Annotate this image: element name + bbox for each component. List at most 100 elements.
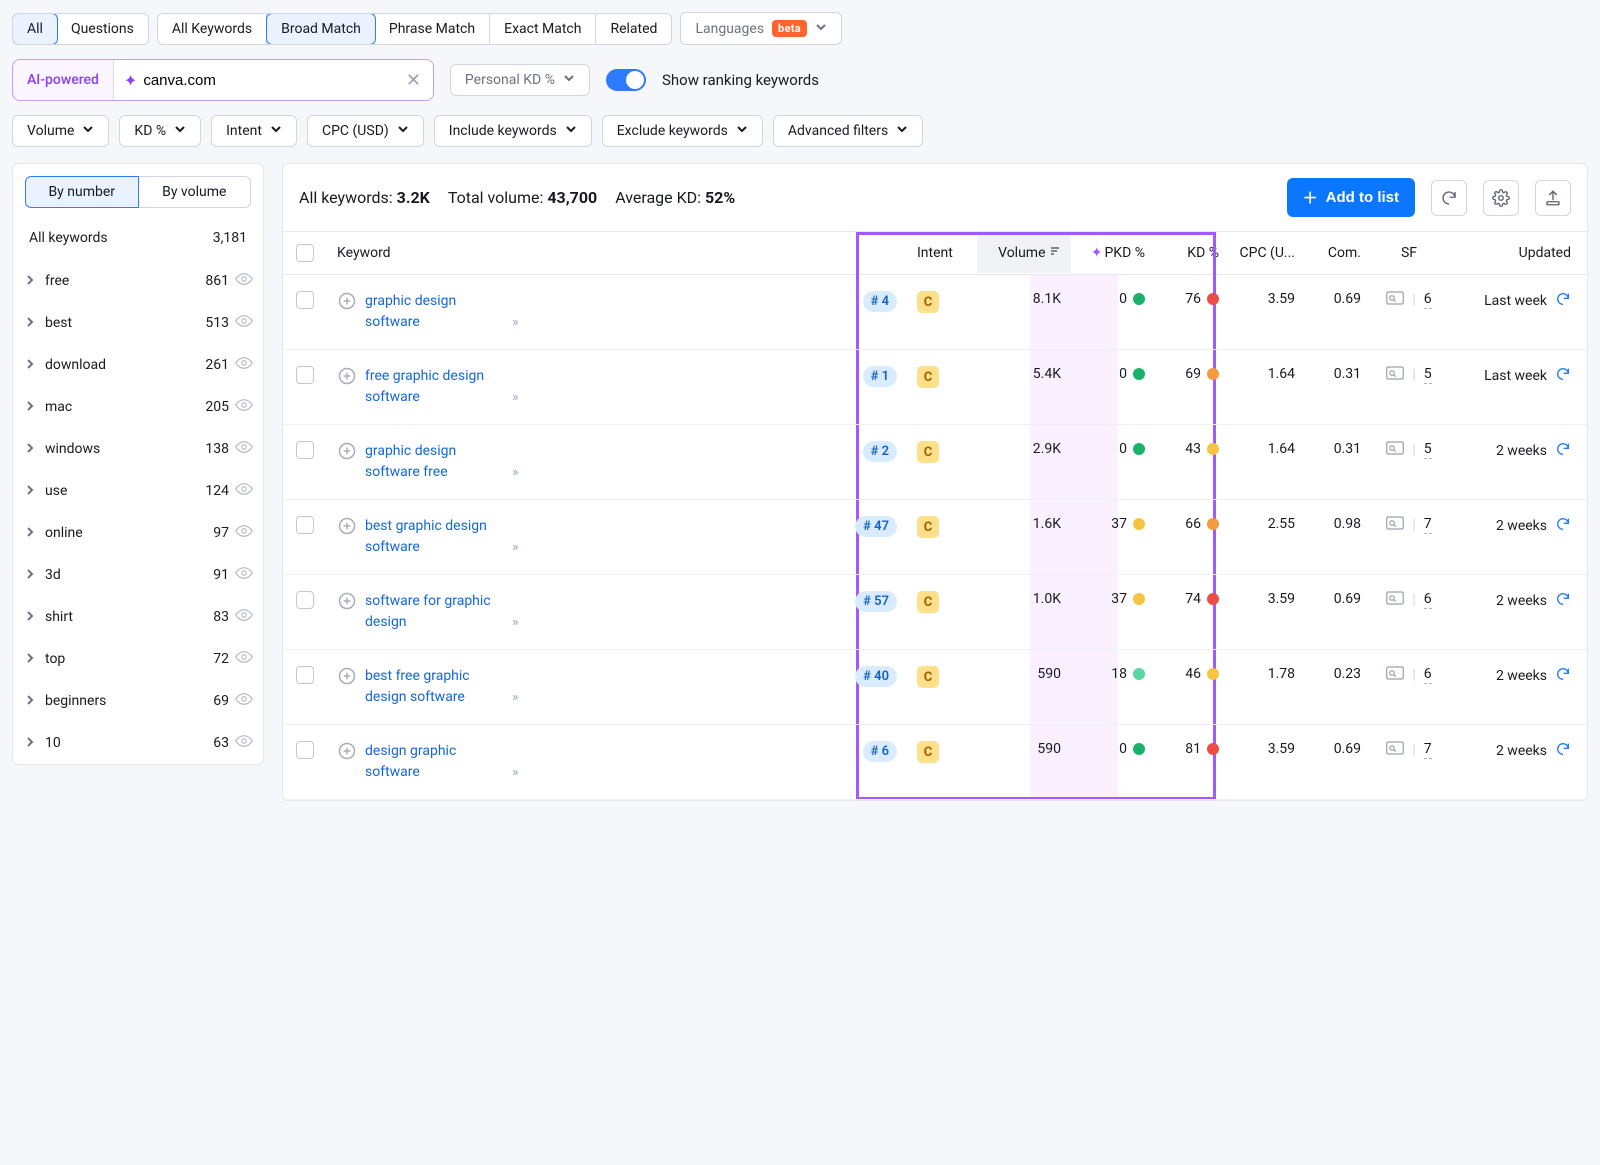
- open-icon[interactable]: »: [509, 765, 518, 780]
- col-cpc[interactable]: CPC (U...: [1229, 233, 1305, 273]
- col-com[interactable]: Com.: [1305, 233, 1371, 273]
- tab-all keywords[interactable]: All Keywords: [158, 14, 267, 44]
- sidebar-item[interactable]: mac 205: [13, 386, 263, 428]
- row-checkbox[interactable]: [296, 591, 314, 609]
- row-checkbox[interactable]: [296, 441, 314, 459]
- tab-all[interactable]: All: [12, 13, 58, 45]
- tab-questions[interactable]: Questions: [57, 14, 148, 44]
- open-icon[interactable]: »: [509, 465, 518, 480]
- refresh-row-icon[interactable]: [1555, 666, 1571, 686]
- expand-icon[interactable]: [337, 666, 357, 690]
- col-pkd[interactable]: ✦PKD %: [1071, 233, 1155, 273]
- domain-input[interactable]: [137, 64, 406, 97]
- refresh-row-icon[interactable]: [1555, 516, 1571, 536]
- eye-icon[interactable]: [235, 522, 253, 544]
- row-checkbox[interactable]: [296, 666, 314, 684]
- personal-kd-dropdown[interactable]: Personal KD %: [450, 64, 590, 96]
- sidebar-item[interactable]: best 513: [13, 302, 263, 344]
- expand-icon[interactable]: [337, 591, 357, 615]
- filter-exclude-keywords[interactable]: Exclude keywords: [602, 115, 763, 147]
- open-icon[interactable]: »: [509, 315, 518, 330]
- refresh-row-icon[interactable]: [1555, 591, 1571, 611]
- sidebar-item[interactable]: download 261: [13, 344, 263, 386]
- col-volume[interactable]: Volume: [977, 233, 1071, 273]
- eye-icon[interactable]: [235, 648, 253, 670]
- languages-dropdown[interactable]: Languages beta: [680, 12, 842, 45]
- filter-intent[interactable]: Intent: [211, 115, 297, 147]
- eye-icon[interactable]: [235, 690, 253, 712]
- col-intent[interactable]: Intent: [907, 233, 977, 273]
- eye-icon[interactable]: [235, 438, 253, 460]
- filter-cpc-usd-[interactable]: CPC (USD): [307, 115, 424, 147]
- keyword-link[interactable]: design graphic software: [365, 741, 505, 783]
- refresh-row-icon[interactable]: [1555, 441, 1571, 461]
- sidebar-seg-by number[interactable]: By number: [25, 176, 139, 208]
- tab-broad match[interactable]: Broad Match: [266, 13, 376, 45]
- sidebar-item[interactable]: use 124: [13, 470, 263, 512]
- keyword-link[interactable]: free graphic design software: [365, 366, 505, 408]
- expand-icon[interactable]: [337, 366, 357, 390]
- filter-volume[interactable]: Volume: [12, 115, 109, 147]
- serp-icon[interactable]: [1386, 666, 1404, 684]
- row-checkbox[interactable]: [296, 366, 314, 384]
- sidebar-item[interactable]: windows 138: [13, 428, 263, 470]
- tab-exact match[interactable]: Exact Match: [490, 14, 596, 44]
- refresh-row-icon[interactable]: [1555, 366, 1571, 386]
- serp-icon[interactable]: [1386, 291, 1404, 309]
- sidebar-item[interactable]: 3d 91: [13, 554, 263, 596]
- settings-button[interactable]: [1483, 180, 1519, 216]
- refresh-button[interactable]: [1431, 180, 1467, 216]
- sidebar-item[interactable]: free 861: [13, 260, 263, 302]
- col-sf[interactable]: SF: [1371, 233, 1447, 273]
- eye-icon[interactable]: [235, 270, 253, 292]
- keyword-link[interactable]: best graphic design software: [365, 516, 505, 558]
- serp-icon[interactable]: [1386, 441, 1404, 459]
- show-ranking-toggle[interactable]: [606, 69, 646, 91]
- tab-related[interactable]: Related: [596, 14, 671, 44]
- add-to-list-button[interactable]: ＋ Add to list: [1287, 178, 1415, 217]
- serp-icon[interactable]: [1386, 366, 1404, 384]
- keyword-link[interactable]: best free graphic design software: [365, 666, 505, 708]
- eye-icon[interactable]: [235, 564, 253, 586]
- filter-kd-[interactable]: KD %: [119, 115, 201, 147]
- eye-icon[interactable]: [235, 480, 253, 502]
- serp-icon[interactable]: [1386, 741, 1404, 759]
- keyword-link[interactable]: graphic design software free: [365, 441, 505, 483]
- open-icon[interactable]: »: [509, 690, 518, 705]
- serp-icon[interactable]: [1386, 516, 1404, 534]
- expand-icon[interactable]: [337, 741, 357, 765]
- refresh-row-icon[interactable]: [1555, 291, 1571, 311]
- serp-icon[interactable]: [1386, 591, 1404, 609]
- sidebar-item[interactable]: online 97: [13, 512, 263, 554]
- keyword-link[interactable]: graphic design software: [365, 291, 505, 333]
- sidebar-item[interactable]: top 72: [13, 638, 263, 680]
- open-icon[interactable]: »: [509, 390, 518, 405]
- sidebar-seg-by volume[interactable]: By volume: [139, 176, 252, 208]
- col-kd[interactable]: KD %: [1155, 233, 1229, 273]
- eye-icon[interactable]: [235, 354, 253, 376]
- filter-advanced-filters[interactable]: Advanced filters: [773, 115, 923, 147]
- keyword-link[interactable]: software for graphic design: [365, 591, 505, 633]
- row-checkbox[interactable]: [296, 516, 314, 534]
- sidebar-item[interactable]: beginners 69: [13, 680, 263, 722]
- row-checkbox[interactable]: [296, 741, 314, 759]
- col-updated[interactable]: Updated: [1447, 233, 1587, 273]
- select-all-checkbox[interactable]: [296, 244, 314, 262]
- open-icon[interactable]: »: [509, 615, 518, 630]
- expand-icon[interactable]: [337, 441, 357, 465]
- eye-icon[interactable]: [235, 732, 253, 754]
- expand-icon[interactable]: [337, 291, 357, 315]
- row-checkbox[interactable]: [296, 291, 314, 309]
- eye-icon[interactable]: [235, 606, 253, 628]
- tab-phrase match[interactable]: Phrase Match: [375, 14, 490, 44]
- expand-icon[interactable]: [337, 516, 357, 540]
- refresh-row-icon[interactable]: [1555, 741, 1571, 761]
- filter-include-keywords[interactable]: Include keywords: [434, 115, 592, 147]
- sidebar-item[interactable]: shirt 83: [13, 596, 263, 638]
- export-button[interactable]: [1535, 180, 1571, 216]
- col-keyword[interactable]: Keyword: [327, 233, 907, 273]
- sidebar-item[interactable]: 10 63: [13, 722, 263, 764]
- eye-icon[interactable]: [235, 312, 253, 334]
- clear-icon[interactable]: ✕: [406, 70, 421, 91]
- open-icon[interactable]: »: [509, 540, 518, 555]
